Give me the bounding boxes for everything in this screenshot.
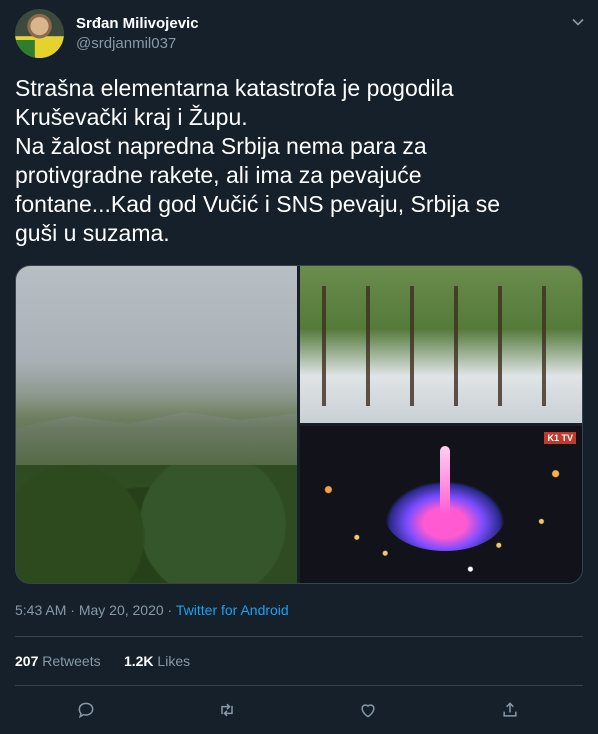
photo-trees <box>16 465 297 583</box>
retweets-label: Retweets <box>42 653 101 669</box>
retweets-count: 207 <box>15 653 39 669</box>
tweet-source-link[interactable]: Twitter for Android <box>176 602 289 618</box>
tweet-text: Strašna elementarna katastrofa je pogodi… <box>15 75 500 246</box>
tv-logo: K1 TV <box>544 432 576 444</box>
likes-stat[interactable]: 1.2K Likes <box>124 653 190 669</box>
photo-hills <box>16 412 297 476</box>
retweets-stat[interactable]: 207 Retweets <box>15 653 101 669</box>
like-icon[interactable] <box>358 700 382 724</box>
media-photo-landscape[interactable] <box>16 266 297 583</box>
reply-icon[interactable] <box>76 700 100 724</box>
meta-separator: · <box>66 602 79 618</box>
media-photo-fountain[interactable]: K1 TV <box>300 426 582 583</box>
author-handle[interactable]: @srdjanmil037 <box>76 35 176 52</box>
media-grid[interactable]: K1 TV <box>15 265 583 584</box>
chevron-down-icon[interactable] <box>568 12 588 32</box>
divider <box>15 685 583 686</box>
author-avatar[interactable] <box>15 9 64 58</box>
author-name[interactable]: Srđan Milivojevic <box>76 15 199 32</box>
photo-fountain-spray <box>440 446 450 516</box>
action-bar <box>0 700 598 724</box>
share-icon[interactable] <box>500 700 524 724</box>
photo-vines <box>300 286 582 406</box>
tweet-stats: 207 Retweets 1.2K Likes <box>15 653 190 669</box>
tweet-meta: 5:43 AM · May 20, 2020 · Twitter for And… <box>15 602 289 618</box>
tweet-date[interactable]: May 20, 2020 <box>79 602 164 618</box>
likes-label: Likes <box>157 653 191 669</box>
tweet-time[interactable]: 5:43 AM <box>15 602 66 618</box>
divider <box>15 636 583 637</box>
avatar-shirt <box>15 40 64 58</box>
likes-count: 1.2K <box>123 653 154 669</box>
retweet-icon[interactable] <box>217 700 241 724</box>
meta-separator: · <box>163 602 176 618</box>
media-photo-hail-vineyard[interactable] <box>300 266 582 423</box>
